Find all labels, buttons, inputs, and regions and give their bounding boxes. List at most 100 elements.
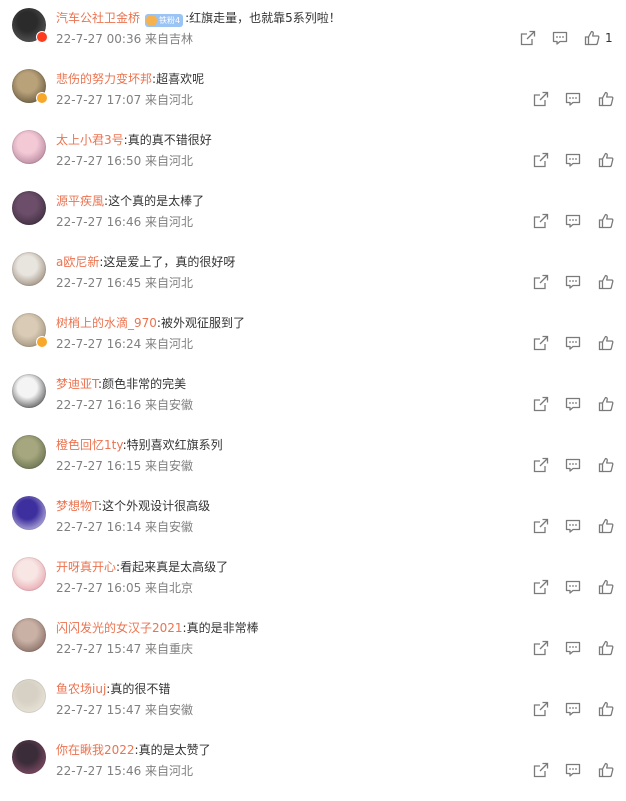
like-icon[interactable] [597, 334, 615, 352]
share-icon[interactable] [532, 639, 550, 657]
avatar[interactable] [12, 496, 46, 530]
comment-text: 真的是非常棒 [186, 621, 259, 635]
comment-item: 橙色回忆1ty:特别喜欢红旗系列 22-7-27 16:15 来自安徽 [0, 435, 626, 496]
comment-body: 汽车公社卫金桥 铁粉4:红旗走量，也就靠5系列啦！ [56, 10, 341, 27]
avatar[interactable] [12, 740, 46, 774]
username-link[interactable]: 橙色回忆1ty [56, 438, 123, 452]
avatar[interactable] [12, 130, 46, 164]
comment-meta: 22-7-27 16:15 来自安徽 [56, 459, 194, 473]
share-icon[interactable] [532, 90, 550, 108]
like-icon[interactable] [597, 700, 615, 718]
avatar[interactable] [12, 679, 46, 713]
verified-badge-icon [36, 92, 48, 104]
verified-badge-icon [36, 31, 48, 43]
avatar[interactable] [12, 252, 46, 286]
comment-icon[interactable] [564, 456, 582, 474]
avatar[interactable] [12, 618, 46, 652]
comment-meta: 22-7-27 15:47 来自重庆 [56, 642, 194, 656]
comment-item: 你在瞅我2022:真的是太赞了 22-7-27 15:46 来自河北 [0, 740, 626, 801]
like-icon[interactable] [597, 761, 615, 779]
share-icon[interactable] [532, 395, 550, 413]
comment-text: 真的很不错 [110, 682, 171, 696]
comment-body: 开呀真开心:看起来真是太高级了 [56, 559, 228, 575]
avatar[interactable] [12, 557, 46, 591]
share-icon[interactable] [532, 273, 550, 291]
username-link[interactable]: a欧尼新 [56, 255, 99, 269]
username-link[interactable]: 开呀真开心 [56, 560, 116, 574]
comment-item: a欧尼新:这是爱上了，真的很好呀 22-7-27 16:45 来自河北 [0, 252, 626, 313]
comment-text: 超喜欢呢 [156, 72, 205, 86]
share-icon[interactable] [519, 29, 537, 47]
comment-icon[interactable] [564, 212, 582, 230]
username-link[interactable]: 闪闪发光的女汉子2021 [56, 621, 183, 635]
comment-item: 悲伤的努力变坏邦:超喜欢呢 22-7-27 17:07 来自河北 [0, 69, 626, 130]
username-link[interactable]: 树梢上的水滴_970 [56, 316, 157, 330]
comment-meta: 22-7-27 16:14 来自安徽 [56, 520, 194, 534]
comment-icon[interactable] [564, 700, 582, 718]
comment-text: 这个真的是太棒了 [108, 194, 205, 208]
username-link[interactable]: 你在瞅我2022 [56, 743, 135, 757]
comment-icon[interactable] [551, 29, 569, 47]
like-icon[interactable] [597, 456, 615, 474]
comment-body: 闪闪发光的女汉子2021:真的是非常棒 [56, 620, 259, 636]
comment-icon[interactable] [564, 761, 582, 779]
comment-text: 特别喜欢红旗系列 [126, 438, 223, 452]
comment-meta: 22-7-27 16:05 来自北京 [56, 581, 194, 595]
share-icon[interactable] [532, 212, 550, 230]
share-icon[interactable] [532, 578, 550, 596]
like-icon[interactable] [583, 29, 601, 47]
share-icon[interactable] [532, 334, 550, 352]
comment-text: 这个外观设计很高级 [102, 499, 211, 513]
comment-body: 你在瞅我2022:真的是太赞了 [56, 742, 211, 758]
comment-text: 被外观征服到了 [160, 316, 245, 330]
username-link[interactable]: 汽车公社卫金桥 [56, 11, 140, 25]
share-icon[interactable] [532, 761, 550, 779]
comment-icon[interactable] [564, 395, 582, 413]
comment-item: 梦想物T:这个外观设计很高级 22-7-27 16:14 来自安徽 [0, 496, 626, 557]
avatar[interactable] [12, 435, 46, 469]
comment-body: 太上小君3号:真的真不错很好 [56, 132, 212, 148]
comment-icon[interactable] [564, 578, 582, 596]
comment-icon[interactable] [564, 639, 582, 657]
like-icon[interactable] [597, 578, 615, 596]
comment-icon[interactable] [564, 334, 582, 352]
like-icon[interactable] [597, 273, 615, 291]
comment-icon[interactable] [564, 90, 582, 108]
share-icon[interactable] [532, 151, 550, 169]
comment-icon[interactable] [564, 273, 582, 291]
like-icon[interactable] [597, 90, 615, 108]
comment-text: 真的真不错很好 [127, 133, 212, 147]
like-icon[interactable] [597, 639, 615, 657]
comment-body: a欧尼新:这是爱上了，真的很好呀 [56, 254, 235, 270]
comment-text: 红旗走量，也就靠5系列啦！ [189, 11, 341, 25]
share-icon[interactable] [532, 517, 550, 535]
like-icon[interactable] [597, 517, 615, 535]
username-link[interactable]: 太上小君3号 [56, 133, 124, 147]
avatar[interactable] [12, 374, 46, 408]
comment-body: 树梢上的水滴_970:被外观征服到了 [56, 315, 245, 331]
username-link[interactable]: 悲伤的努力变坏邦 [56, 72, 152, 86]
username-link[interactable]: 梦迪亚T [56, 377, 98, 391]
comment-meta: 22-7-27 00:36 来自吉林 [56, 32, 194, 46]
like-icon[interactable] [597, 151, 615, 169]
share-icon[interactable] [532, 700, 550, 718]
comment-icon[interactable] [564, 151, 582, 169]
like-count: 1 [605, 31, 613, 45]
like-icon[interactable] [597, 212, 615, 230]
username-link[interactable]: 源平疾風 [56, 194, 104, 208]
comment-item: 闪闪发光的女汉子2021:真的是非常棒 22-7-27 15:47 来自重庆 [0, 618, 626, 679]
share-icon[interactable] [532, 456, 550, 474]
comment-body: 源平疾風:这个真的是太棒了 [56, 193, 204, 209]
comment-meta: 22-7-27 16:45 来自河北 [56, 276, 194, 290]
comment-item: 太上小君3号:真的真不错很好 22-7-27 16:50 来自河北 [0, 130, 626, 191]
comment-meta: 22-7-27 16:50 来自河北 [56, 154, 194, 168]
comment-item: 汽车公社卫金桥 铁粉4:红旗走量，也就靠5系列啦！ 22-7-27 00:36 来自… [0, 8, 626, 69]
username-link[interactable]: 鱼农场iuj [56, 682, 106, 696]
comment-meta: 22-7-27 15:47 来自安徽 [56, 703, 194, 717]
like-icon[interactable] [597, 395, 615, 413]
comment-icon[interactable] [564, 517, 582, 535]
username-link[interactable]: 梦想物T [56, 499, 98, 513]
comment-item: 源平疾風:这个真的是太棒了 22-7-27 16:46 来自河北 [0, 191, 626, 252]
comment-item: 开呀真开心:看起来真是太高级了 22-7-27 16:05 来自北京 [0, 557, 626, 618]
avatar[interactable] [12, 191, 46, 225]
